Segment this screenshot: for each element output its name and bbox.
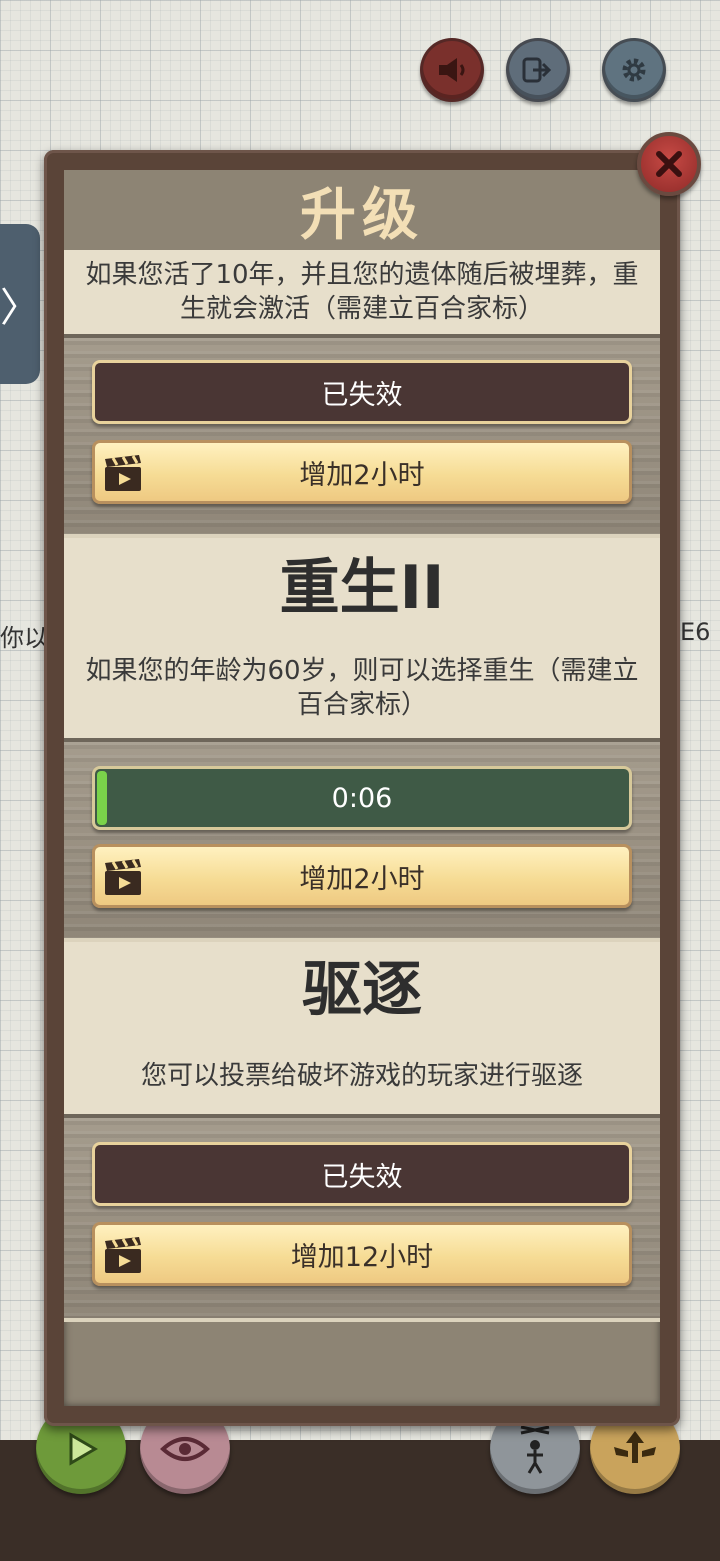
upgrade-1-actions: 已失效 增加2小时 [64, 334, 660, 542]
exit-icon [522, 57, 552, 83]
winged-arrow-icon [614, 1431, 656, 1463]
upgrade-2-description: 如果您的年龄为60岁，则可以选择重生（需建立百合家标） [64, 638, 660, 738]
chevron-right-icon: 〉 [0, 285, 40, 331]
background-text-right: E6 [680, 618, 711, 646]
upgrade-3-description: 您可以投票给破坏游戏的玩家进行驱逐 [64, 1038, 660, 1114]
upgrade-2-add-time-button[interactable]: 增加2小时 [92, 844, 632, 908]
exit-button[interactable] [506, 38, 570, 102]
upgrade-2-timer-label: 0:06 [331, 782, 393, 814]
upgrade-3-title: 驱逐 [64, 942, 660, 1038]
panel-title-bar: 升级 [64, 170, 660, 250]
close-button[interactable] [637, 132, 701, 196]
clapperboard-icon [105, 1237, 141, 1273]
upgrade-2-actions: 0:06 增加2小时 [64, 738, 660, 946]
upgrade-3-status-button[interactable]: 已失效 [92, 1142, 632, 1206]
upgrade-3-add-time-button[interactable]: 增加12小时 [92, 1222, 632, 1286]
upgrade-3-add-time-label: 增加12小时 [290, 1241, 434, 1273]
upgrade-1-status-button[interactable]: 已失效 [92, 360, 632, 424]
play-icon [69, 1432, 98, 1466]
clapperboard-icon [105, 859, 141, 895]
upgrade-2-add-time-label: 增加2小时 [299, 863, 425, 895]
side-drawer-tab[interactable]: 〉 [0, 224, 40, 384]
upgrade-1-status-label: 已失效 [321, 379, 403, 411]
upgrade-1-add-time-button[interactable]: 增加2小时 [92, 440, 632, 504]
upgrade-3-status-label: 已失效 [321, 1161, 403, 1193]
megaphone-icon [439, 58, 465, 82]
upgrade-1-description: 如果您活了10年，并且您的遗体随后被埋葬，重生就会激活（需建立百合家标） [64, 250, 660, 334]
upgrade-2-title: 重生II [64, 538, 660, 638]
upgrade-2-timer-bar: 0:06 [92, 766, 632, 830]
upgrade-panel-content: 升级 如果您活了10年，并且您的遗体随后被埋葬，重生就会激活（需建立百合家标） … [64, 170, 660, 1406]
clapperboard-icon [105, 455, 141, 491]
close-icon [656, 151, 682, 177]
timer-progress-fill [97, 771, 107, 825]
upgrade-1-add-time-label: 增加2小时 [299, 459, 425, 491]
eye-icon [160, 1437, 210, 1461]
panel-title: 升级 [300, 182, 424, 248]
upgrade-3-actions: 已失效 增加12小时 [64, 1114, 660, 1322]
settings-button[interactable] [602, 38, 666, 102]
gear-icon [622, 58, 646, 82]
background-text-left: 你以 [0, 624, 48, 652]
section-divider [64, 1318, 660, 1322]
sound-button[interactable] [420, 38, 484, 102]
upgrade-panel: 升级 如果您活了10年，并且您的遗体随后被埋葬，重生就会激活（需建立百合家标） … [44, 150, 680, 1426]
puppet-icon [520, 1425, 550, 1474]
